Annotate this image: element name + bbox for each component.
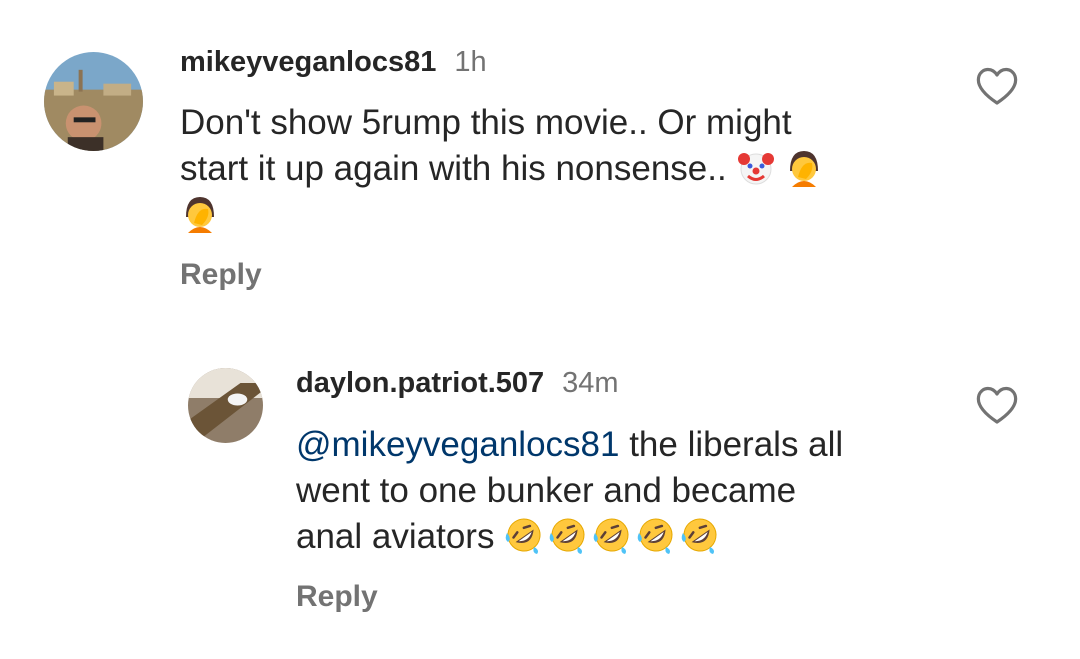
comment-header: mikeyveganlocs81 1h — [180, 46, 487, 79]
username[interactable]: mikeyveganlocs81 — [180, 46, 436, 79]
rolling-on-floor-laughing-icon — [636, 515, 676, 555]
comment-text-line: start it up again with his nonsense.. — [180, 146, 940, 192]
timestamp: 1h — [454, 46, 487, 78]
comment-text-line — [180, 192, 940, 238]
username[interactable]: daylon.patriot.507 — [296, 367, 544, 400]
heart-outline-icon[interactable] — [975, 66, 1019, 106]
comment-text: Don't show 5rump this movie.. Or might s… — [180, 100, 940, 238]
rolling-on-floor-laughing-icon — [548, 515, 588, 555]
rolling-on-floor-laughing-icon — [504, 515, 544, 555]
comment-text-line: went to one bunker and became — [296, 471, 797, 510]
rolling-on-floor-laughing-icon — [592, 515, 632, 555]
comment-header: daylon.patriot.507 34m — [296, 367, 619, 400]
comment-text-segment: anal aviators — [296, 517, 495, 556]
comment-text-segment: the liberals all — [619, 425, 844, 464]
heart-outline-icon[interactable] — [975, 385, 1019, 425]
rolling-on-floor-laughing-icon — [680, 515, 720, 555]
person-facepalming-icon — [180, 193, 220, 233]
timestamp: 34m — [562, 367, 619, 399]
comment-text: @mikeyveganlocs81 the liberals all went … — [296, 422, 956, 560]
person-facepalming-icon — [784, 147, 824, 187]
comment-text-line: @mikeyveganlocs81 the liberals all — [296, 422, 956, 468]
emoji-group — [504, 517, 724, 556]
comment-text-segment: start it up again with his nonsense.. — [180, 149, 727, 188]
clown-face-icon — [736, 147, 776, 187]
avatar[interactable] — [44, 52, 143, 151]
comment-text-line: anal aviators — [296, 514, 956, 560]
reply-button[interactable]: Reply — [180, 258, 262, 292]
comment-text-line: Don't show 5rump this movie.. Or might — [180, 103, 792, 142]
reply-button[interactable]: Reply — [296, 580, 378, 614]
mention-link[interactable]: @mikeyveganlocs81 — [296, 425, 619, 464]
avatar[interactable] — [188, 368, 263, 443]
